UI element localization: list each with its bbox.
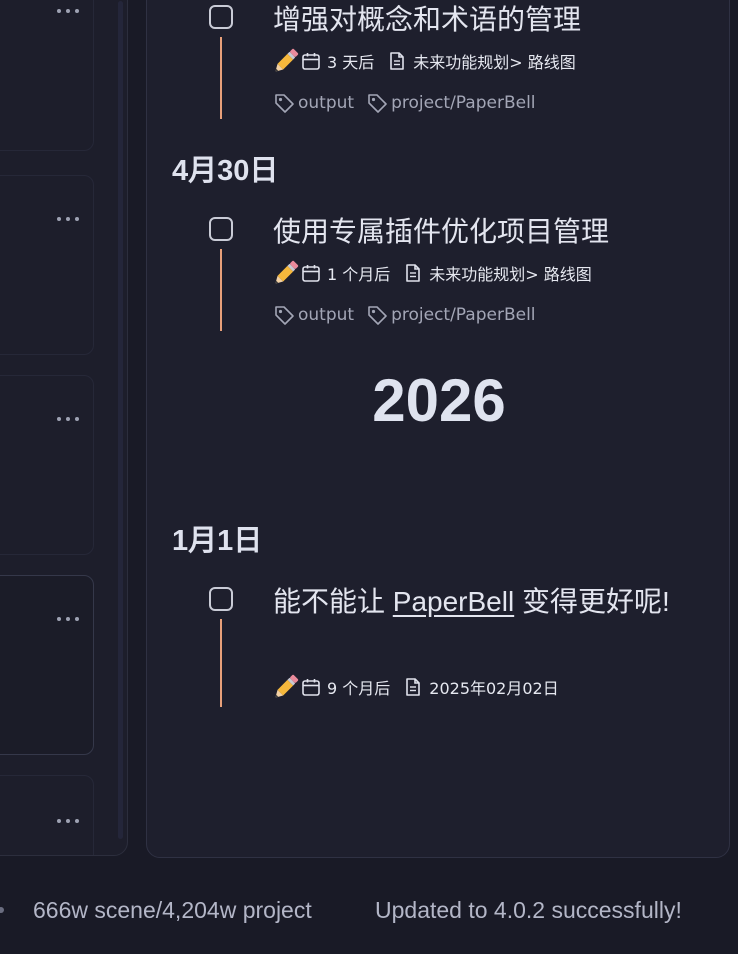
tag-icon <box>368 94 387 113</box>
tag-output[interactable]: output <box>273 304 354 326</box>
task-checkbox[interactable] <box>209 587 233 611</box>
more-horizontal-icon[interactable] <box>53 6 83 16</box>
task-timeline-panel: 增强对概念和术语的管理 3 天后 未来功能规划> 路线图 output proj… <box>146 0 730 858</box>
pencil-icon <box>275 260 299 284</box>
document-icon <box>406 264 421 282</box>
source-link[interactable]: 未来功能规划> 路线图 <box>429 261 592 285</box>
timeline-line <box>220 37 222 119</box>
status-indicator <box>0 907 4 913</box>
pencil-icon <box>275 674 299 698</box>
tag-icon <box>368 306 387 325</box>
due-date: 1 个月后 <box>327 265 391 284</box>
more-horizontal-icon[interactable] <box>53 414 83 424</box>
tag-icon <box>275 306 294 325</box>
task-meta: 1 个月后 未来功能规划> 路线图 <box>271 259 592 287</box>
date-heading: 4月30日 <box>172 155 279 187</box>
task-meta: 3 天后 未来功能规划> 路线图 <box>271 47 576 75</box>
source-link[interactable]: 未来功能规划> 路线图 <box>413 49 576 73</box>
source-link[interactable]: 2025年02月02日 <box>429 675 558 699</box>
scene-card[interactable] <box>0 0 94 151</box>
task-checkbox[interactable] <box>209 217 233 241</box>
tag-output[interactable]: output <box>273 92 354 114</box>
document-icon <box>406 678 421 696</box>
due-date: 3 天后 <box>327 53 375 72</box>
scrollbar[interactable] <box>118 1 123 839</box>
calendar-icon <box>302 53 320 70</box>
document-icon <box>390 52 405 70</box>
date-heading: 1月1日 <box>172 525 263 557</box>
timeline-line <box>220 249 222 331</box>
calendar-icon <box>302 679 320 696</box>
tag-label: project/PaperBell <box>391 305 536 325</box>
task-meta: 9 个月后 2025年02月02日 <box>271 673 559 701</box>
calendar-icon <box>302 265 320 282</box>
task-title-text: 能不能让 <box>273 586 393 617</box>
task-title-text: 变得更好呢! <box>514 586 670 617</box>
scene-card-active[interactable] <box>0 575 94 755</box>
paperbell-link[interactable]: PaperBell <box>393 586 514 617</box>
task-tags: output project/PaperBell <box>273 301 536 329</box>
scene-card[interactable] <box>0 175 94 355</box>
tag-label: output <box>298 305 355 325</box>
task-tags: output project/PaperBell <box>273 89 536 117</box>
task-title: 能不能让 PaperBell 变得更好呢! <box>273 581 673 623</box>
update-notice: Updated to 4.0.2 successfully! <box>375 897 682 923</box>
card-list-panel <box>0 0 128 856</box>
scene-card[interactable] <box>0 775 94 855</box>
tag-project[interactable]: project/PaperBell <box>366 304 536 326</box>
task-title: 使用专属插件优化项目管理 <box>273 216 610 247</box>
more-horizontal-icon[interactable] <box>53 816 83 826</box>
more-horizontal-icon[interactable] <box>53 614 83 624</box>
word-count[interactable]: 666w scene/4,204w project <box>33 897 312 924</box>
due-date: 9 个月后 <box>327 679 391 698</box>
tag-label: project/PaperBell <box>391 93 536 113</box>
task-checkbox[interactable] <box>209 5 233 29</box>
task-title: 增强对概念和术语的管理 <box>273 4 582 35</box>
scene-card[interactable] <box>0 375 94 555</box>
tag-project[interactable]: project/PaperBell <box>366 92 536 114</box>
tag-label: output <box>298 93 355 113</box>
year-heading: 2026 <box>372 367 506 434</box>
more-horizontal-icon[interactable] <box>53 214 83 224</box>
status-bar: 666w scene/4,204w project Updated to 4.0… <box>0 886 738 936</box>
pencil-icon <box>275 48 299 72</box>
tag-icon <box>275 94 294 113</box>
timeline-line <box>220 619 222 707</box>
